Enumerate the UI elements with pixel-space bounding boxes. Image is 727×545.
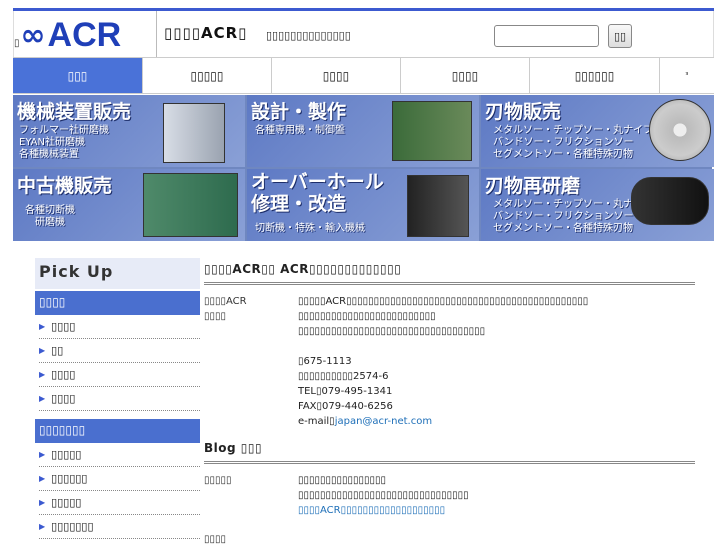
- arrow-right-icon: ▶: [39, 522, 46, 531]
- sidebar-section-heading: ▯▯▯▯▯▯▯: [35, 419, 200, 443]
- tile-title: オーバーホール 修理・改造: [251, 171, 384, 215]
- main-content: ▯▯▯▯ACR▯▯ ACR▯▯▯▯▯▯▯▯▯▯▯▯▯ ▯▯▯▯ACR ▯▯▯▯ …: [204, 258, 695, 545]
- sidebar-link-label: ▯▯▯▯▯: [51, 448, 82, 461]
- company-description-line: ▯▯▯▯▯▯▯▯▯▯▯▯▯▯▯▯▯▯▯▯▯▯▯▯▯▯▯▯▯▯▯▯▯▯: [298, 326, 486, 337]
- cutter-tool-image: [631, 177, 709, 225]
- email-label: e-mail▯: [298, 416, 335, 427]
- sidebar-section-heading: ▯▯▯▯: [35, 291, 200, 315]
- nav-item-more[interactable]: ᵌ: [660, 58, 714, 93]
- company-section-heading: ▯▯▯▯ACR▯▯ ACR▯▯▯▯▯▯▯▯▯▯▯▯▯: [204, 258, 695, 285]
- banner-tile-blade-sales[interactable]: 刃物販売 メタルソー・チップソー・丸ナイフ バンドソー・フリクションソー セグメ…: [481, 95, 714, 167]
- company-description-line: ▯▯▯▯▯ACR▯▯▯▯▯▯▯▯▯▯▯▯▯▯▯▯▯▯▯▯▯▯▯▯▯▯▯▯▯▯▯▯…: [298, 296, 589, 307]
- email-link[interactable]: japan@acr-net.com: [335, 416, 432, 427]
- next-label: ▯▯▯▯: [204, 534, 227, 545]
- nav-item-4[interactable]: ▯▯▯▯: [401, 58, 530, 93]
- tile-title: 刃物販売: [485, 101, 562, 123]
- sidebar-link[interactable]: ▶ ▯▯▯▯: [39, 315, 200, 339]
- banner-tile-design[interactable]: 設計・製作 各種専用機・制御盤: [247, 95, 479, 167]
- tile-subtitle: 各種切断機 研磨機: [25, 205, 75, 228]
- tile-subtitle: 切断機・特殊・輸入機械: [255, 223, 365, 234]
- postal-code: ▯675-1113: [298, 356, 352, 367]
- sidebar-link-label: ▯▯▯▯▯▯: [51, 472, 88, 485]
- nav-item-2[interactable]: ▯▯▯▯▯: [143, 58, 272, 93]
- company-info-row: ▯▯▯▯ACR ▯▯▯▯ ▯▯▯▯▯ACR▯▯▯▯▯▯▯▯▯▯▯▯▯▯▯▯▯▯▯…: [204, 294, 695, 429]
- blog-link[interactable]: ▯▯▯▯ACR▯▯▯▯▯▯▯▯▯▯▯▯▯▯▯▯▯▯▯: [298, 503, 695, 518]
- tile-subtitle: メタルソー・チップソー・丸ナイフ バンドソー・フリクションソー セグメントソー・…: [493, 125, 653, 160]
- blog-row: ▯▯▯▯▯ ▯▯▯▯▯▯▯▯▯▯▯▯▯▯▯▯ ▯▯▯▯▯▯▯▯▯▯▯▯▯▯▯▯▯…: [204, 473, 695, 518]
- logo-text: ACR: [47, 16, 122, 54]
- tile-title: 機械装置販売: [17, 101, 132, 123]
- tile-subtitle: フォルマー社研磨機 EYAN社研磨機 各種機械装置: [19, 125, 109, 160]
- service-banner: 機械装置販売 フォルマー社研磨機 EYAN社研磨機 各種機械装置 設計・製作 各…: [13, 95, 714, 241]
- arrow-right-icon: ▶: [39, 370, 46, 379]
- logo-prefix: ▯: [14, 38, 20, 49]
- banner-tile-used-machines[interactable]: 中古機販売 各種切断機 研磨機: [13, 169, 245, 241]
- sidebar-link[interactable]: ▶ ▯▯▯▯▯: [39, 443, 200, 467]
- nav-item-3[interactable]: ▯▯▯▯: [272, 58, 401, 93]
- blog-line: ▯▯▯▯▯▯▯▯▯▯▯▯▯▯▯▯: [298, 475, 387, 486]
- arrow-right-icon: ▶: [39, 450, 46, 459]
- global-nav: ▯▯▯ ▯▯▯▯▯ ▯▯▯▯ ▯▯▯▯ ▯▯▯▯▯▯ ᵌ: [13, 57, 714, 94]
- pickup-title: Pick Up: [35, 258, 200, 289]
- next-row: ▯▯▯▯: [204, 532, 695, 545]
- banner-tile-regrinding[interactable]: 刃物再研磨 メタルソー・チップソー・丸ナイフ バンドソー・フリクションソー セグ…: [481, 169, 714, 241]
- tile-title: 中古機販売: [17, 175, 113, 197]
- sidebar-link-label: ▯▯: [51, 344, 64, 357]
- arrow-right-icon: ▶: [39, 394, 46, 403]
- arrow-right-icon: ▶: [39, 346, 46, 355]
- site-title: ▯▯▯▯ACR▯: [164, 24, 248, 42]
- sidebar-link[interactable]: ▶ ▯▯▯▯: [39, 363, 200, 387]
- custom-machine-image: [392, 101, 472, 161]
- blog-details: ▯▯▯▯▯▯▯▯▯▯▯▯▯▯▯▯ ▯▯▯▯▯▯▯▯▯▯▯▯▯▯▯▯▯▯▯▯▯▯▯…: [298, 473, 695, 518]
- banner-tile-machine-sales[interactable]: 機械装置販売 フォルマー社研磨機 EYAN社研磨機 各種機械装置: [13, 95, 245, 167]
- tile-subtitle: メタルソー・チップソー・丸ナイフ バンドソー・フリクションソー セグメントソー・…: [493, 199, 653, 234]
- company-description-line: ▯▯▯▯▯▯▯▯▯▯▯▯▯▯▯▯▯▯▯▯▯▯▯▯▯: [298, 311, 436, 322]
- search-input[interactable]: [494, 25, 599, 47]
- company-details: ▯▯▯▯▯ACR▯▯▯▯▯▯▯▯▯▯▯▯▯▯▯▯▯▯▯▯▯▯▯▯▯▯▯▯▯▯▯▯…: [298, 294, 695, 429]
- sidebar-link-label: ▯▯▯▯▯: [51, 496, 82, 509]
- grinding-machine-image: [163, 103, 225, 163]
- tile-subtitle: 各種専用機・制御盤: [255, 125, 345, 136]
- overhaul-machine-image: [407, 175, 469, 237]
- header-divider: [156, 11, 157, 57]
- sidebar-link-label: ▯▯▯▯: [51, 320, 76, 333]
- blog-line: ▯▯▯▯▯▯▯▯▯▯▯▯▯▯▯▯▯▯▯▯▯▯▯▯▯▯▯▯▯▯▯: [298, 490, 469, 501]
- email-line: e-mail▯japan@acr-net.com: [298, 414, 695, 429]
- tile-title: 設計・製作: [251, 101, 347, 123]
- search-button[interactable]: ▯▯: [608, 24, 632, 48]
- company-label: ▯▯▯▯ACR ▯▯▯▯: [204, 296, 247, 322]
- nav-item-home[interactable]: ▯▯▯: [13, 58, 143, 93]
- tel: TEL▯079-495-1341: [298, 386, 393, 397]
- arrow-right-icon: ▶: [39, 322, 46, 331]
- blog-label: ▯▯▯▯▯: [204, 475, 232, 486]
- sidebar-link-label: ▯▯▯▯: [51, 392, 76, 405]
- tile-title: 刃物再研磨: [485, 175, 581, 197]
- infinity-logo-icon: ∞: [20, 18, 46, 53]
- sidebar-link[interactable]: ▶ ▯▯: [39, 339, 200, 363]
- sidebar-link-label: ▯▯▯▯: [51, 368, 76, 381]
- sidebar-link-label: ▯▯▯▯▯▯▯: [51, 520, 94, 533]
- arrow-right-icon: ▶: [39, 498, 46, 507]
- sidebar-link[interactable]: ▶ ▯▯▯▯▯: [39, 491, 200, 515]
- fax: FAX▯079-440-6256: [298, 401, 393, 412]
- blog-section-heading: Blog ▯▯▯: [204, 437, 695, 464]
- nav-item-5[interactable]: ▯▯▯▯▯▯: [530, 58, 660, 93]
- site-subtitle: ▯▯▯▯▯▯▯▯▯▯▯▯▯▯: [266, 29, 351, 42]
- site-header: ▯ ∞ ACR ▯▯▯▯ACR▯ ▯▯▯▯▯▯▯▯▯▯▯▯▯▯ ▯▯: [13, 11, 714, 57]
- sidebar-link[interactable]: ▶ ▯▯▯▯▯▯▯: [39, 515, 200, 539]
- site-logo[interactable]: ▯ ∞ ACR: [14, 15, 152, 53]
- arrow-right-icon: ▶: [39, 474, 46, 483]
- banner-tile-overhaul[interactable]: オーバーホール 修理・改造 切断機・特殊・輸入機械: [247, 169, 479, 241]
- sidebar-link[interactable]: ▶ ▯▯▯▯▯▯: [39, 467, 200, 491]
- sidebar: Pick Up ▯▯▯▯ ▶ ▯▯▯▯ ▶ ▯▯ ▶ ▯▯▯▯ ▶ ▯▯▯▯ ▯▯▯▯▯…: [35, 258, 200, 539]
- address: ▯▯▯▯▯▯▯▯▯▯2574-6: [298, 371, 389, 382]
- sidebar-link[interactable]: ▶ ▯▯▯▯: [39, 387, 200, 411]
- used-machine-image: [143, 173, 238, 237]
- saw-blade-image: [649, 99, 711, 161]
